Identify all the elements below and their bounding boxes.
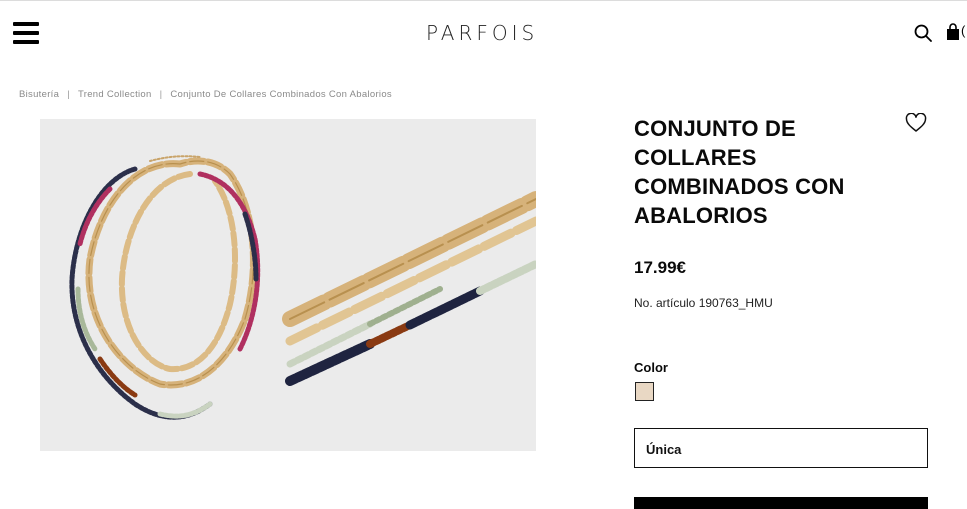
search-icon[interactable] <box>914 24 932 42</box>
product-sku: No. artículo 190763_HMU <box>634 296 773 310</box>
heart-icon[interactable] <box>905 113 927 133</box>
breadcrumb: Bisutería | Trend Collection | Conjunto De C… <box>19 89 392 100</box>
product-image <box>69 155 536 420</box>
breadcrumb-separator: | <box>159 89 163 100</box>
hamburger-menu-icon[interactable] <box>13 22 39 44</box>
product-price: 17.99€ <box>634 258 686 277</box>
site-header: PARFOIS ( <box>0 1 967 63</box>
breadcrumb-separator: | <box>67 89 70 100</box>
shopping-bag-icon[interactable] <box>946 23 960 41</box>
product-image-gallery[interactable] <box>40 119 536 451</box>
size-select[interactable]: Única <box>634 428 928 468</box>
add-to-bag-button[interactable] <box>634 497 928 509</box>
color-label: Color <box>634 360 668 375</box>
brand-logo[interactable]: PARFOIS <box>426 21 538 45</box>
breadcrumb-item-current[interactable]: Conjunto De Collares Combinados Con Abal… <box>170 89 392 100</box>
color-swatch[interactable] <box>635 382 654 401</box>
breadcrumb-item-bisuteria[interactable]: Bisutería <box>19 89 59 100</box>
bag-count[interactable]: ( <box>961 23 965 38</box>
breadcrumb-item-trend-collection[interactable]: Trend Collection <box>78 89 152 100</box>
product-title: CONJUNTO DE COLLARES COMBINADOS CON ABAL… <box>634 116 845 228</box>
